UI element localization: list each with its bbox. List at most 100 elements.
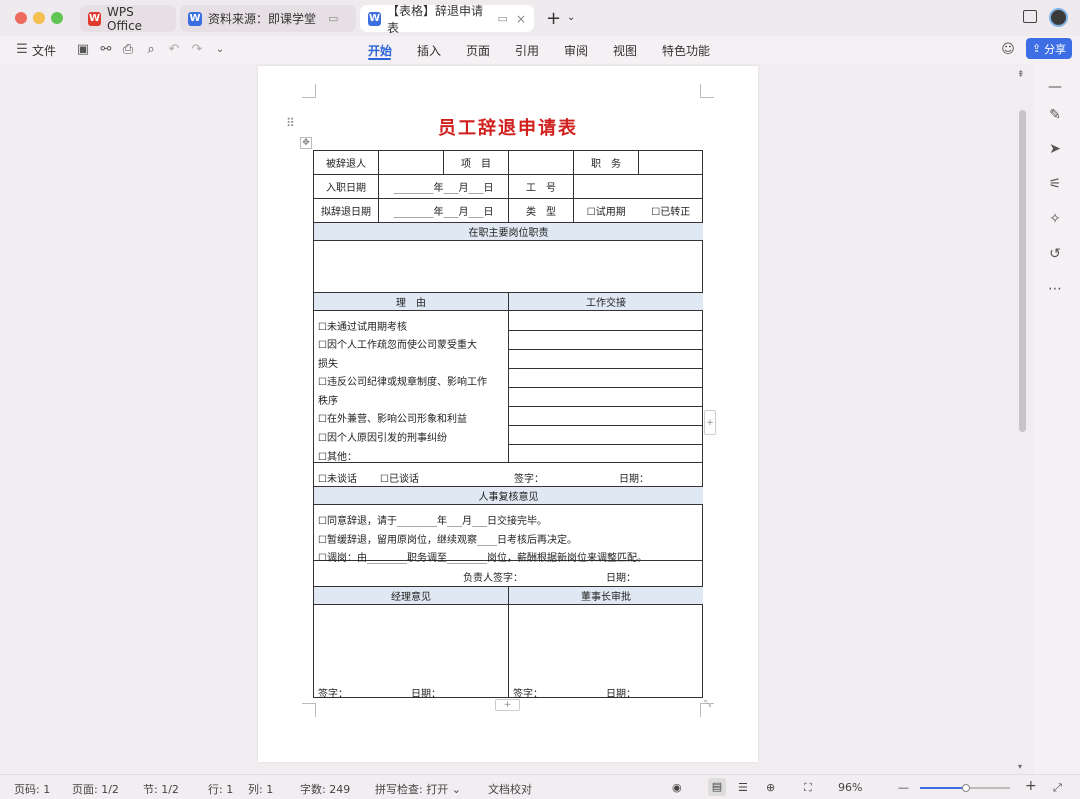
reason-item: 秩序 xyxy=(318,396,338,407)
handover-line xyxy=(509,330,703,331)
resignation-form-table[interactable]: 被辞退人 项 目 职 务 入职日期 ________年___月___日 工 号 … xyxy=(313,150,703,700)
handover-line xyxy=(509,387,703,388)
handover-line xyxy=(509,349,703,350)
reason-item[interactable]: ☐违反公司纪律或规章制度、影响工作 xyxy=(318,373,487,388)
reason-item[interactable]: ☐其他：______________________________ xyxy=(318,448,507,463)
active-tab-indicator xyxy=(368,58,391,60)
outline-view-icon[interactable]: ☰ xyxy=(738,781,748,794)
reason-item[interactable]: ☐因个人工作疏忽而使公司蒙受重大 xyxy=(318,336,477,351)
minimize-window-button[interactable] xyxy=(33,12,45,24)
hr-option[interactable]: ☐同意辞退，请于________年___月___日交接完毕。 xyxy=(318,512,547,527)
tab-wps-office[interactable]: W WPS Office xyxy=(80,5,176,33)
new-tab-icon[interactable]: + xyxy=(546,8,561,29)
undo-icon[interactable]: ↶ xyxy=(166,41,182,57)
menu-features[interactable]: 特色功能 xyxy=(662,42,710,59)
menu-insert[interactable]: 插入 xyxy=(417,42,441,59)
share-button[interactable]: ⇪ 分享 xyxy=(1026,38,1072,59)
eye-icon[interactable]: ◉ xyxy=(672,781,682,794)
zoom-in-icon[interactable]: + xyxy=(1025,778,1037,794)
checkbox-probation[interactable]: ☐试用期 xyxy=(587,203,626,218)
save-icon[interactable]: ▣ xyxy=(75,41,91,57)
close-tab-icon[interactable]: × xyxy=(516,12,526,26)
status-pages[interactable]: 页面: 1/2 xyxy=(72,781,119,797)
chairman-sign-label: 签字： xyxy=(513,689,543,700)
status-page: 页码: 1 xyxy=(14,783,51,796)
cell-input[interactable] xyxy=(509,151,574,175)
file-menu-button[interactable]: 文件 xyxy=(32,42,56,59)
monitor-icon[interactable]: ▭ xyxy=(498,12,508,25)
zoom-slider-fill xyxy=(920,787,964,789)
tab-label: 【表格】辞退申请表 xyxy=(387,3,484,35)
minus-icon[interactable]: — xyxy=(1046,78,1064,96)
checkbox-not-talked[interactable]: ☐未谈话 xyxy=(318,470,357,485)
reason-item[interactable]: ☐在外兼营、影响公司形象和利益 xyxy=(318,410,467,425)
cursor-icon[interactable]: ➤ xyxy=(1046,140,1064,158)
monitor-icon[interactable]: ▭ xyxy=(328,12,338,25)
menu-view[interactable]: 视图 xyxy=(613,42,637,59)
fit-icon[interactable]: ⛶ xyxy=(804,781,812,795)
menu-home[interactable]: 开始 xyxy=(368,42,392,59)
resize-table-icon[interactable]: ⤡ xyxy=(704,699,711,709)
tab-resignation-form[interactable]: W 【表格】辞退申请表 ▭ × xyxy=(360,4,534,35)
vertical-scrollbar[interactable] xyxy=(1019,110,1026,432)
fullscreen-icon[interactable]: ⤢ xyxy=(1053,781,1062,795)
history-icon[interactable]: ↺ xyxy=(1046,245,1064,263)
cell-input[interactable] xyxy=(379,151,444,175)
right-sidebar xyxy=(1034,64,1080,774)
web-view-icon[interactable]: ⊕ xyxy=(766,781,775,794)
section-header-handover: 工作交接 xyxy=(509,293,703,311)
type-options[interactable]: ☐试用期 ☐已转正 xyxy=(574,199,703,223)
add-row-icon[interactable]: + xyxy=(495,699,520,711)
ai-icon[interactable]: ✧ xyxy=(1046,210,1064,228)
close-window-button[interactable] xyxy=(15,12,27,24)
scroll-top-icon[interactable]: ⇞ xyxy=(1017,70,1025,80)
document-title: 员工辞退申请表 xyxy=(438,118,578,139)
zoom-slider-knob[interactable] xyxy=(962,784,970,792)
menu-review[interactable]: 审阅 xyxy=(564,42,588,59)
talk-date-label: 日期： xyxy=(619,474,649,485)
print-icon[interactable]: ⎙ xyxy=(120,41,136,57)
scroll-down-icon[interactable]: ▾ xyxy=(1018,762,1022,771)
more-chevron-icon[interactable]: ⌄ xyxy=(212,41,228,57)
zoom-slider[interactable] xyxy=(920,784,1010,792)
handover-line xyxy=(509,368,703,369)
menu-icon[interactable]: ☰ xyxy=(14,41,30,57)
page-view-icon[interactable]: ▤ xyxy=(708,778,726,796)
zoom-out-icon[interactable]: — xyxy=(898,781,909,794)
spell-check-toggle[interactable]: 拼写检查: 打开 ⌄ xyxy=(375,781,461,797)
chevron-down-icon[interactable]: ⌄ xyxy=(567,12,575,23)
tab-source[interactable]: W 资料来源：即课学堂 ▭ xyxy=(180,5,356,32)
resp-date-label: 日期： xyxy=(606,573,636,584)
hr-option[interactable]: ☐暂缓辞退，留用原岗位，继续观察____日考核后再决定。 xyxy=(318,531,577,546)
menu-page[interactable]: 页面 xyxy=(466,42,490,59)
checkbox-regular[interactable]: ☐已转正 xyxy=(651,203,690,218)
proofread-button[interactable]: 文档校对 xyxy=(488,781,532,797)
manager-sign-label: 签字： xyxy=(318,689,348,700)
menu-reference[interactable]: 引用 xyxy=(515,42,539,59)
print-preview-icon[interactable]: ⌕ xyxy=(143,41,159,57)
reason-item[interactable]: ☐因个人原因引发的刑事纠纷 xyxy=(318,429,447,444)
sidebar-toggle-icon[interactable] xyxy=(1023,10,1037,23)
share-label: 分享 xyxy=(1044,42,1067,56)
zoom-level[interactable]: 96% xyxy=(838,781,862,794)
add-column-icon[interactable]: + xyxy=(704,410,716,435)
cell-label: 工 号 xyxy=(509,175,574,199)
duty-content[interactable] xyxy=(314,241,703,293)
cell-date[interactable]: ________年___月___日 xyxy=(379,175,509,199)
pen-icon[interactable]: ✎ xyxy=(1046,106,1064,124)
cell-label: 类 型 xyxy=(509,199,574,223)
cell-date[interactable]: ________年___月___日 xyxy=(379,199,509,223)
zoom-window-button[interactable] xyxy=(51,12,63,24)
share-link-icon[interactable]: ⚯ xyxy=(98,41,114,57)
more-icon[interactable]: ⋯ xyxy=(1046,280,1064,298)
cell-input[interactable] xyxy=(574,175,703,199)
status-words[interactable]: 字数: 249 xyxy=(300,781,350,797)
sliders-icon[interactable]: ⚟ xyxy=(1046,175,1064,193)
checkbox-talked[interactable]: ☐已谈话 xyxy=(380,470,419,485)
redo-icon[interactable]: ↷ xyxy=(189,41,205,57)
manager-date-label: 日期： xyxy=(411,689,441,700)
cell-input[interactable] xyxy=(639,151,703,175)
comment-icon[interactable]: ☺ xyxy=(1000,41,1016,57)
reason-item[interactable]: ☐未通过试用期考核 xyxy=(318,318,407,333)
avatar[interactable] xyxy=(1049,8,1068,27)
